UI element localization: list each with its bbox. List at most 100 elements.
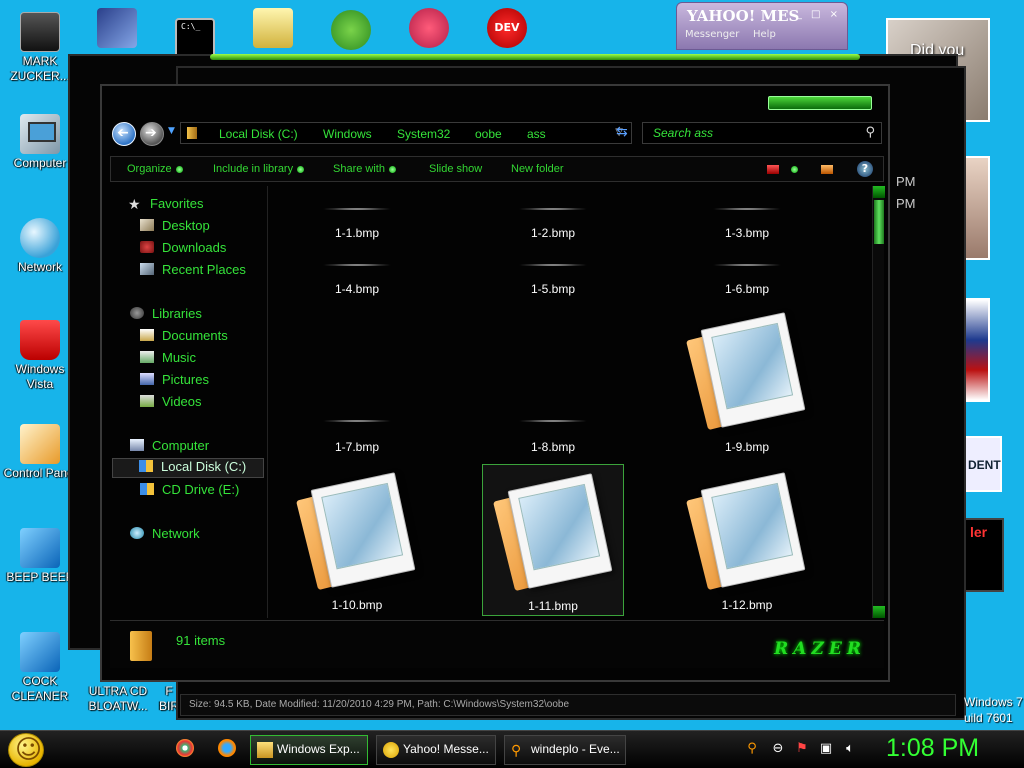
breadcrumb-ass[interactable]: ass xyxy=(527,127,546,141)
desktop-icon-user[interactable]: MARK ZUCKER... xyxy=(2,12,78,84)
preview-pane-icon[interactable] xyxy=(821,165,833,174)
file-item[interactable]: 1-9.bmp xyxy=(676,308,818,458)
computer-icon xyxy=(130,439,144,451)
nav-cd-drive[interactable]: CD Drive (E:) xyxy=(140,482,239,502)
taskbar-yahoo-messenger[interactable]: Yahoo! Messe... xyxy=(376,735,496,765)
desktop-icon-folder[interactable] xyxy=(248,8,298,50)
nav-local-disk[interactable]: Local Disk (C:) xyxy=(112,458,264,478)
breadcrumb-windows[interactable]: Windows xyxy=(323,127,372,141)
firefox-icon[interactable] xyxy=(218,739,236,757)
file-item[interactable]: 1-4.bmp xyxy=(286,256,428,298)
desktop-icon-recycle-bin[interactable]: Windows Vista xyxy=(2,320,78,392)
file-item[interactable]: 1-5.bmp xyxy=(482,256,624,298)
address-bar[interactable]: Local Disk (C:) Windows System32 oobe as… xyxy=(180,122,632,144)
nav-favorites[interactable]: ★ Favorites xyxy=(128,196,203,216)
file-item[interactable]: 1-6.bmp xyxy=(676,256,818,298)
status-text: Size: 94.5 KB, Date Modified: 11/20/2010… xyxy=(189,699,570,710)
window-controls[interactable]: _ □ × xyxy=(797,9,841,20)
desktop-icon-cmd[interactable] xyxy=(170,12,220,58)
taskbar-event-viewer[interactable]: ⚲ windeplo - Eve... xyxy=(504,735,626,765)
nav-pictures[interactable]: Pictures xyxy=(140,372,209,392)
dark-banner: ler xyxy=(964,518,1004,592)
dropdown-dot-icon[interactable] xyxy=(791,166,798,173)
share-with-button[interactable]: Share with xyxy=(333,163,396,175)
messenger-tray-icon[interactable]: ⊖ xyxy=(770,741,786,757)
nav-libraries[interactable]: Libraries xyxy=(130,306,202,326)
desktop-icon-picasa[interactable] xyxy=(404,8,454,50)
breadcrumb-local-disk[interactable]: Local Disk (C:) xyxy=(219,127,298,141)
nav-music[interactable]: Music xyxy=(140,350,196,370)
desktop-icon-network[interactable]: Network xyxy=(2,218,78,275)
new-folder-button[interactable]: New folder xyxy=(511,163,564,175)
file-item[interactable]: 1-12.bmp xyxy=(676,464,818,616)
back-arrow-icon[interactable] xyxy=(112,122,136,146)
nav-downloads[interactable]: Downloads xyxy=(140,240,226,260)
nav-label: Documents xyxy=(162,328,228,343)
include-in-library-button[interactable]: Include in library xyxy=(213,163,305,175)
nav-desktop[interactable]: Desktop xyxy=(140,218,210,238)
search-icon[interactable]: ⚲ xyxy=(865,125,875,140)
desktop-icon-cock-cleaner[interactable]: COCK CLEANER xyxy=(2,632,78,704)
menu-messenger[interactable]: Messenger xyxy=(685,29,739,40)
chrome-icon[interactable] xyxy=(176,739,194,757)
scroll-up-icon[interactable] xyxy=(873,186,885,198)
scrollbar-thumb[interactable] xyxy=(874,200,884,244)
image-file-thumbnail xyxy=(493,473,613,592)
file-item[interactable]: 1-2.bmp xyxy=(482,200,624,242)
file-item[interactable]: 1-1.bmp xyxy=(286,200,428,242)
file-item[interactable]: 1-10.bmp xyxy=(286,464,428,616)
breadcrumb-oobe[interactable]: oobe xyxy=(475,127,502,141)
recent-pages-dropdown-icon[interactable]: ▼ xyxy=(168,126,175,136)
desktop-icon-angry-birds[interactable] xyxy=(326,10,376,52)
desktop-icon-beep-beep[interactable]: BEEP BEEP xyxy=(2,528,78,585)
forward-arrow-icon[interactable] xyxy=(140,122,164,146)
nav-network[interactable]: Network xyxy=(130,526,200,546)
nav-computer[interactable]: Computer xyxy=(130,438,209,458)
menu-help[interactable]: Help xyxy=(753,29,776,40)
volume-icon[interactable]: 🔈︎ xyxy=(842,741,858,757)
vertical-scrollbar[interactable] xyxy=(872,186,885,618)
file-thumbnail xyxy=(712,264,782,266)
breadcrumb-system32[interactable]: System32 xyxy=(397,127,450,141)
help-icon[interactable]: ? xyxy=(857,161,873,177)
file-item[interactable]: 1-7.bmp xyxy=(286,308,428,458)
yahoo-messenger-window[interactable]: YAHOO! MES _ □ × Messenger Help xyxy=(676,2,848,50)
search-placeholder: Search ass xyxy=(653,126,714,140)
desktop-icon-label: MARK ZUCKER... xyxy=(10,54,70,83)
search-icon: ⚲ xyxy=(511,742,522,758)
file-item-selected[interactable]: 1-11.bmp xyxy=(482,464,624,616)
image-file-thumbnail xyxy=(296,472,416,591)
network-tray-icon[interactable]: ▣ xyxy=(818,741,834,757)
action-center-flag-icon[interactable]: ⚑ xyxy=(794,741,810,757)
share-label: Share with xyxy=(333,163,385,175)
desktop-icon-control-panel[interactable]: Control Panel xyxy=(2,424,78,481)
file-thumbnail xyxy=(712,208,782,210)
desktop-icon-dev-cpp[interactable]: DEV xyxy=(482,8,532,50)
control-panel-icon xyxy=(20,424,60,464)
taskbar-windows-explorer[interactable]: Windows Exp... xyxy=(250,735,368,765)
window-control-buttons[interactable] xyxy=(768,96,872,110)
start-button[interactable] xyxy=(8,733,44,767)
search-box[interactable]: Search ass ⚲ xyxy=(642,122,882,144)
organize-button[interactable]: Organize xyxy=(127,163,183,175)
taskbar-clock[interactable]: 1:08 PM xyxy=(886,734,979,763)
scroll-down-icon[interactable] xyxy=(873,606,885,618)
hard-drive-icon xyxy=(139,460,153,472)
slide-show-button[interactable]: Slide show xyxy=(429,163,482,175)
nav-label: Music xyxy=(162,350,196,365)
desktop-icon-computer[interactable]: Computer xyxy=(2,114,78,171)
search-tray-icon[interactable]: ⚲ xyxy=(744,741,760,757)
desktop-icon-top-1[interactable] xyxy=(92,8,142,50)
nav-documents[interactable]: Documents xyxy=(140,328,228,348)
time-text: PM xyxy=(896,196,916,211)
libraries-icon xyxy=(130,307,144,319)
nav-label: Computer xyxy=(152,438,210,453)
refresh-icon[interactable]: ⇆ xyxy=(616,124,628,140)
desktop-icon-ultra-cd[interactable]: ULTRA CD BLOATW... xyxy=(80,684,156,714)
file-item[interactable]: 1-3.bmp xyxy=(676,200,818,242)
file-item[interactable]: 1-8.bmp xyxy=(482,308,624,458)
nav-videos[interactable]: Videos xyxy=(140,394,202,414)
explorer-window[interactable]: ▼ Local Disk (C:) Windows System32 oobe … xyxy=(100,84,890,682)
nav-recent-places[interactable]: Recent Places xyxy=(140,262,246,282)
view-options-icon[interactable] xyxy=(767,165,779,174)
